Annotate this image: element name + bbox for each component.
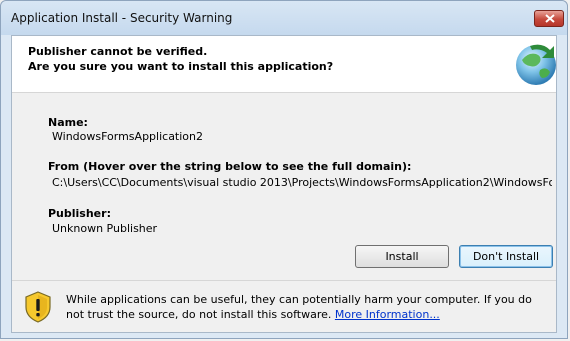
install-button[interactable]: Install xyxy=(355,245,449,268)
more-information-link[interactable]: More Information... xyxy=(335,308,440,321)
close-button[interactable] xyxy=(534,10,564,27)
publisher-label: Publisher: xyxy=(48,207,111,220)
close-icon xyxy=(545,14,555,23)
name-label: Name: xyxy=(48,116,88,129)
header-panel: Publisher cannot be verified. Are you su… xyxy=(12,36,556,93)
warning-shield-icon xyxy=(25,291,51,323)
dialog-body: Publisher cannot be verified. Are you su… xyxy=(11,35,557,333)
security-warning-dialog: Application Install - Security Warning P… xyxy=(0,0,568,339)
from-label: From (Hover over the string below to see… xyxy=(48,160,412,173)
dont-install-button[interactable]: Don't Install xyxy=(459,245,553,268)
security-warning-text: While applications can be useful, they c… xyxy=(66,292,552,322)
warning-message: While applications can be useful, they c… xyxy=(66,293,532,321)
publisher-value: Unknown Publisher xyxy=(52,222,158,235)
window-title: Application Install - Security Warning xyxy=(11,11,233,25)
header-line-1: Publisher cannot be verified. xyxy=(28,45,208,58)
title-bar: Application Install - Security Warning xyxy=(1,1,567,35)
name-value: WindowsFormsApplication2 xyxy=(52,130,204,143)
header-message: Publisher cannot be verified. Are you su… xyxy=(28,44,333,74)
header-line-2: Are you sure you want to install this ap… xyxy=(28,60,334,73)
install-globe-icon xyxy=(516,44,556,85)
from-value[interactable]: C:\Users\CC\Documents\visual studio 2013… xyxy=(52,176,552,189)
footer-panel: While applications can be useful, they c… xyxy=(12,281,556,332)
